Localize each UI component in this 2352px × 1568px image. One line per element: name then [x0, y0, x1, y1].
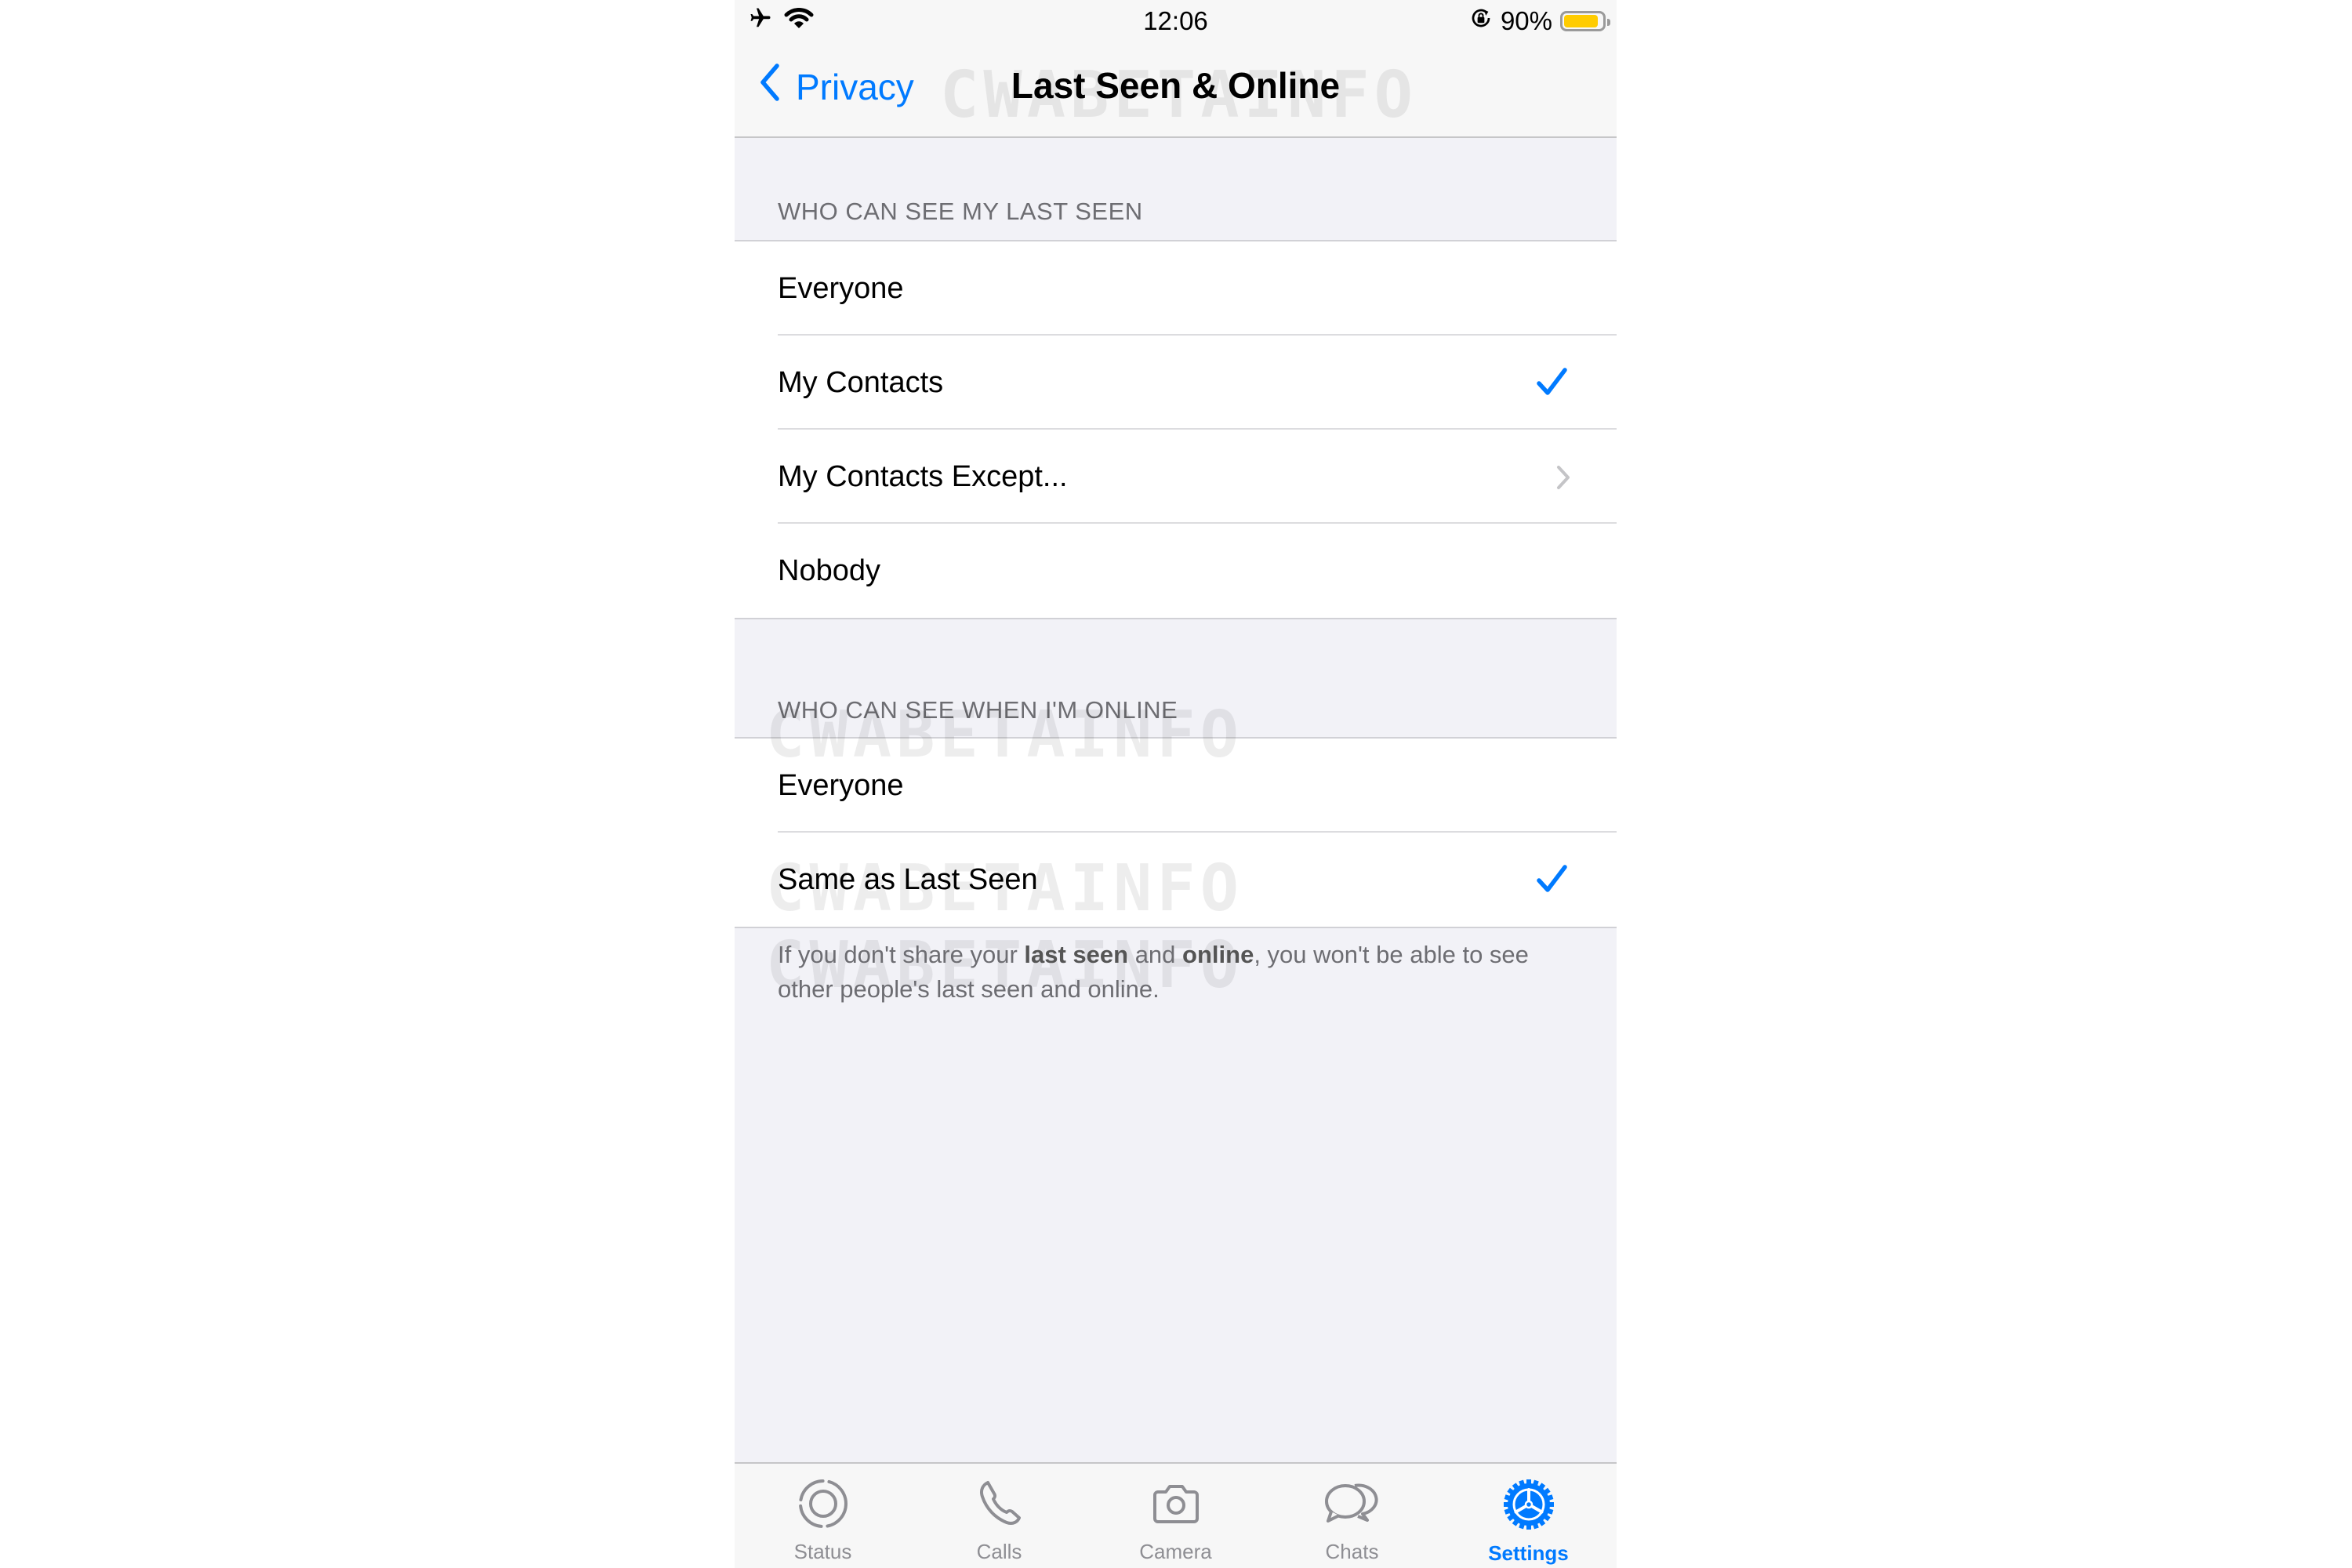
tab-label: Settings [1488, 1541, 1569, 1565]
section-header-online: WHO CAN SEE WHEN I'M ONLINE [778, 696, 1178, 724]
section-header-last-seen: WHO CAN SEE MY LAST SEEN [778, 198, 1143, 225]
option-same-as-last-seen[interactable]: Same as Last Seen [735, 833, 1617, 927]
option-label: Same as Last Seen [778, 862, 1038, 896]
last-seen-options: Everyone My Contacts My Contacts Except.… [735, 240, 1617, 619]
option-everyone[interactable]: Everyone [735, 241, 1617, 336]
chevron-right-icon [1555, 464, 1571, 495]
status-icon [796, 1464, 851, 1535]
option-label: My Contacts [778, 365, 944, 399]
online-options: Everyone Same as Last Seen [735, 737, 1617, 928]
tab-label: Calls [976, 1540, 1022, 1563]
battery-level [1564, 15, 1599, 27]
tab-calls[interactable]: Calls [911, 1464, 1087, 1568]
tab-label: Camera [1139, 1540, 1212, 1563]
battery-percent: 90% [1500, 6, 1552, 35]
option-nobody[interactable]: Nobody [735, 524, 1617, 618]
navigation-bar: CWABETAINFO Privacy Last Seen & Online [735, 44, 1617, 138]
option-online-everyone[interactable]: Everyone [735, 739, 1617, 833]
orientation-lock-icon [1469, 6, 1493, 36]
camera-icon [1149, 1464, 1203, 1535]
footer-text: and [1128, 941, 1183, 968]
option-my-contacts-except[interactable]: My Contacts Except... [735, 430, 1617, 524]
footer-text: If you don't share your [778, 941, 1025, 968]
option-label: Everyone [778, 271, 904, 305]
battery-nub [1607, 19, 1610, 26]
option-label: My Contacts Except... [778, 459, 1068, 493]
tab-label: Status [793, 1540, 852, 1563]
footer-bold-online: online [1182, 941, 1254, 968]
checkmark-icon [1535, 365, 1570, 404]
status-bar: 12:06 90% [735, 0, 1617, 44]
phone-icon [972, 1464, 1027, 1535]
chats-icon [1317, 1464, 1388, 1535]
tab-settings[interactable]: Settings [1440, 1464, 1617, 1568]
option-label: Everyone [778, 768, 904, 802]
footer-note: If you don't share your last seen and on… [778, 938, 1570, 1007]
tab-chats[interactable]: Chats [1264, 1464, 1440, 1568]
tab-camera[interactable]: Camera [1087, 1464, 1264, 1568]
footer-bold-last-seen: last seen [1024, 941, 1129, 968]
phone-screen: 12:06 90% CWABETAINFO Privacy Last Seen … [735, 0, 1617, 1568]
tab-bar: Status Calls Camera Chats Settings [735, 1462, 1617, 1568]
page-title: Last Seen & Online [1011, 65, 1341, 106]
tab-label: Chats [1325, 1540, 1379, 1563]
battery-icon [1560, 11, 1610, 31]
tab-status[interactable]: Status [735, 1464, 911, 1568]
option-my-contacts[interactable]: My Contacts [735, 336, 1617, 430]
checkmark-icon [1535, 862, 1570, 901]
option-label: Nobody [778, 554, 880, 587]
settings-gear-icon [1501, 1464, 1557, 1537]
